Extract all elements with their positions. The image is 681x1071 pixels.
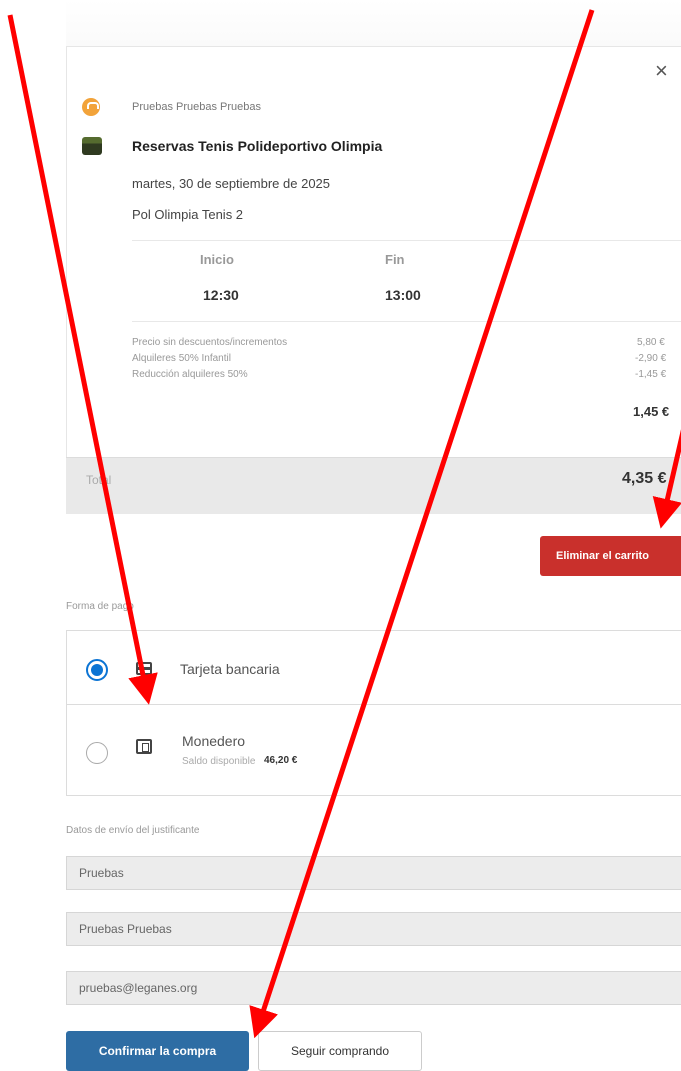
price-line-amount: -2,90 € [635,353,667,364]
first-name-field[interactable]: Pruebas [66,856,681,890]
wallet-payment-label[interactable]: Monedero [182,733,245,749]
credit-card-icon [136,662,152,675]
divider [132,240,681,241]
price-line-label: Precio sin descuentos/incrementos [132,337,288,348]
price-line-label: Alquileres 50% Infantil [132,353,231,364]
wallet-balance-label: Saldo disponible [182,756,256,767]
wallet-balance: 46,20 € [264,755,298,766]
price-line-amount: -1,45 € [635,369,667,380]
booking-title: Reservas Tenis Polideportivo Olimpia [132,138,383,154]
payment-options [66,630,681,796]
start-time: 12:30 [203,287,239,303]
price-line-label: Reducción alquileres 50% [132,369,248,380]
end-label: Fin [385,252,405,267]
wallet-payment-radio[interactable] [86,742,108,764]
end-time: 13:00 [385,287,421,303]
last-name-field[interactable]: Pruebas Pruebas [66,912,681,946]
booking-date: martes, 30 de septiembre de 2025 [132,176,331,191]
divider [66,704,681,705]
user-icon [82,98,100,116]
delete-cart-button[interactable]: Eliminar el carrito [540,536,681,576]
booking-card [66,46,681,514]
card-payment-label[interactable]: Tarjeta bancaria [180,661,280,677]
subtotal: 1,45 € [633,404,670,419]
total-label: Total [86,473,112,487]
tennis-court-icon [82,137,102,155]
confirm-purchase-button[interactable]: Confirmar la compra [66,1031,249,1071]
card-payment-radio[interactable] [86,659,108,681]
user-name: Pruebas Pruebas Pruebas [132,101,262,113]
price-line-amount: 5,80 € [637,337,665,348]
total-bar [66,457,681,514]
total-amount: 4,35 € [622,470,667,487]
divider [132,321,681,322]
email-field[interactable]: pruebas@leganes.org [66,971,681,1005]
receipt-section-label: Datos de envío del justificante [66,825,200,836]
payment-section-label: Forma de pago [66,601,134,612]
booking-court: Pol Olimpia Tenis 2 [132,207,244,222]
start-label: Inicio [200,252,234,267]
card-top-edge [66,0,681,46]
continue-shopping-button[interactable]: Seguir comprando [258,1031,422,1071]
close-icon[interactable]: × [655,60,668,82]
wallet-icon [136,739,152,754]
